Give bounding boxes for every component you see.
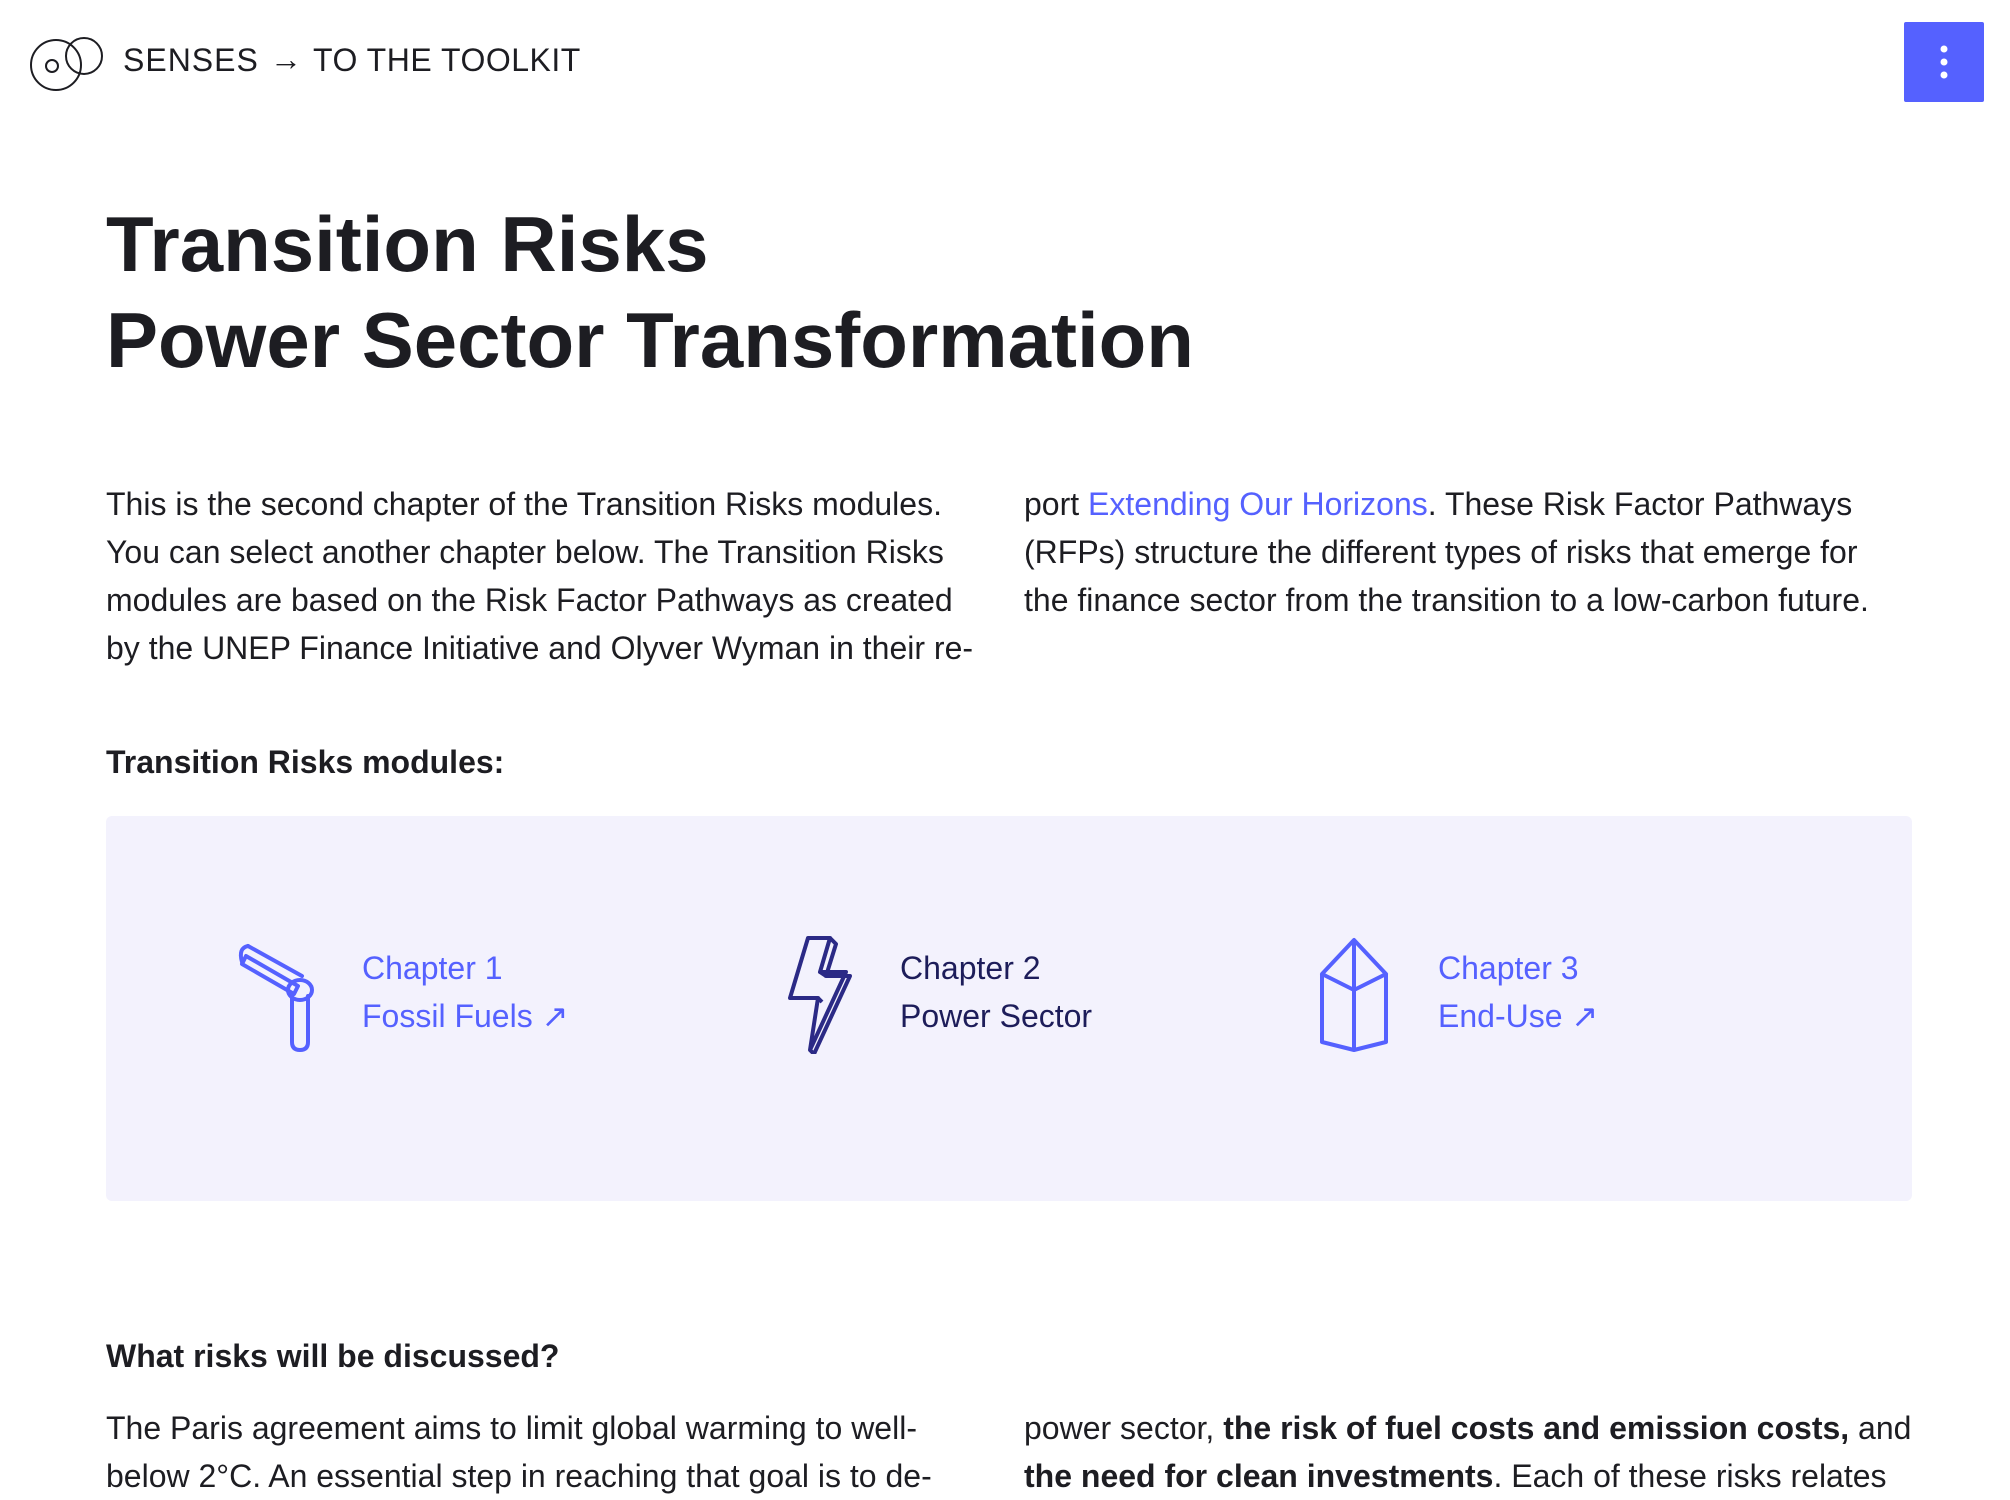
- chapter-3-text: Chapter 3 End-Use ↗: [1438, 944, 1598, 1040]
- top-header: SENSES → TO THE TOOLKIT: [0, 0, 2010, 120]
- toolkit-link[interactable]: TO THE TOOLKIT: [313, 42, 581, 79]
- chapter-label: Chapter 2: [900, 950, 1041, 986]
- intro-line: port Extending Our Horizons. These Risk …: [1024, 480, 1924, 528]
- page-title-line2: Power Sector Transformation: [106, 296, 1194, 384]
- intro-line: This is the second chapter of the Transi…: [106, 486, 942, 522]
- risks-text: . Each of these risks relates: [1493, 1458, 1887, 1494]
- chapter-label: Chapter 3: [1438, 950, 1579, 986]
- extending-our-horizons-link[interactable]: Extending Our Horizons: [1088, 486, 1428, 522]
- intro-right-column: port Extending Our Horizons. These Risk …: [1024, 480, 1924, 624]
- risks-text: and: [1849, 1410, 1912, 1446]
- intro-line: the finance sector from the transition t…: [1024, 582, 1869, 618]
- intro-text: . These Risk Factor Pathways: [1427, 486, 1853, 522]
- intro-line: You can select another chapter below. Th…: [106, 534, 944, 570]
- risks-text: power sector,: [1024, 1410, 1224, 1446]
- modules-panel: Chapter 1 Fossil Fuels ↗ Chapter 2 Power…: [106, 816, 1912, 1201]
- risks-line: the need for clean investments. Each of …: [1024, 1452, 1924, 1500]
- risks-right-column: power sector, the risk of fuel costs and…: [1024, 1404, 1924, 1500]
- brand-link[interactable]: SENSES: [123, 42, 259, 79]
- risks-bold-text: the risk of fuel costs and emission cost…: [1223, 1410, 1850, 1446]
- intro-left-column: This is the second chapter of the Transi…: [106, 480, 1006, 672]
- chapter-name: End-Use ↗: [1438, 998, 1599, 1034]
- vertical-dots-icon: [1940, 45, 1948, 79]
- chapter-2-text: Chapter 2 Power Sector: [900, 944, 1092, 1040]
- modules-heading: Transition Risks modules:: [106, 744, 505, 780]
- page-title: Transition Risks Power Sector Transforma…: [106, 196, 1194, 388]
- risks-bold-text: the need for clean investments: [1024, 1458, 1494, 1494]
- chapter-name: Power Sector: [900, 998, 1093, 1034]
- chapter-2-link[interactable]: Chapter 2 Power Sector: [774, 934, 1174, 1054]
- intro-line: by the UNEP Finance Initiative and Olyve…: [106, 630, 974, 666]
- lightning-bolt-icon: [788, 936, 852, 1054]
- risks-left-column: The Paris agreement aims to limit global…: [106, 1404, 1006, 1500]
- page-title-line1: Transition Risks: [106, 200, 709, 288]
- chapter-1-text: Chapter 1 Fossil Fuels ↗: [362, 944, 568, 1040]
- senses-logo-icon[interactable]: [30, 34, 108, 92]
- chapter-label: Chapter 1: [362, 950, 503, 986]
- house-icon: [1320, 938, 1388, 1052]
- breadcrumb-arrow-icon: →: [270, 41, 302, 77]
- risks-heading: What risks will be discussed?: [106, 1338, 560, 1374]
- intro-line: modules are based on the Risk Factor Pat…: [106, 582, 953, 618]
- intro-line: (RFPs) structure the different types of …: [1024, 534, 1858, 570]
- chapter-3-link[interactable]: Chapter 3 End-Use ↗: [1312, 934, 1712, 1054]
- intro-text: port: [1024, 486, 1089, 522]
- pipe-icon: [238, 944, 314, 1052]
- menu-button[interactable]: [1904, 22, 1984, 102]
- chapter-1-link[interactable]: Chapter 1 Fossil Fuels ↗: [236, 934, 636, 1054]
- risks-line: The Paris agreement aims to limit global…: [106, 1410, 917, 1446]
- risks-line: below 2°C. An essential step in reaching…: [106, 1458, 932, 1494]
- risks-line: power sector, the risk of fuel costs and…: [1024, 1404, 1924, 1452]
- chapter-name: Fossil Fuels ↗: [362, 998, 569, 1034]
